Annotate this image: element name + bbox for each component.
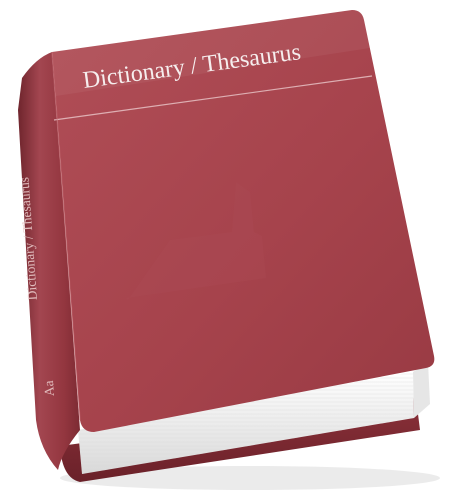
spine-monogram: Aa bbox=[41, 380, 57, 397]
dictionary-app-icon: Dictionary / Thesaurus Dictionary / Thes… bbox=[0, 0, 451, 503]
